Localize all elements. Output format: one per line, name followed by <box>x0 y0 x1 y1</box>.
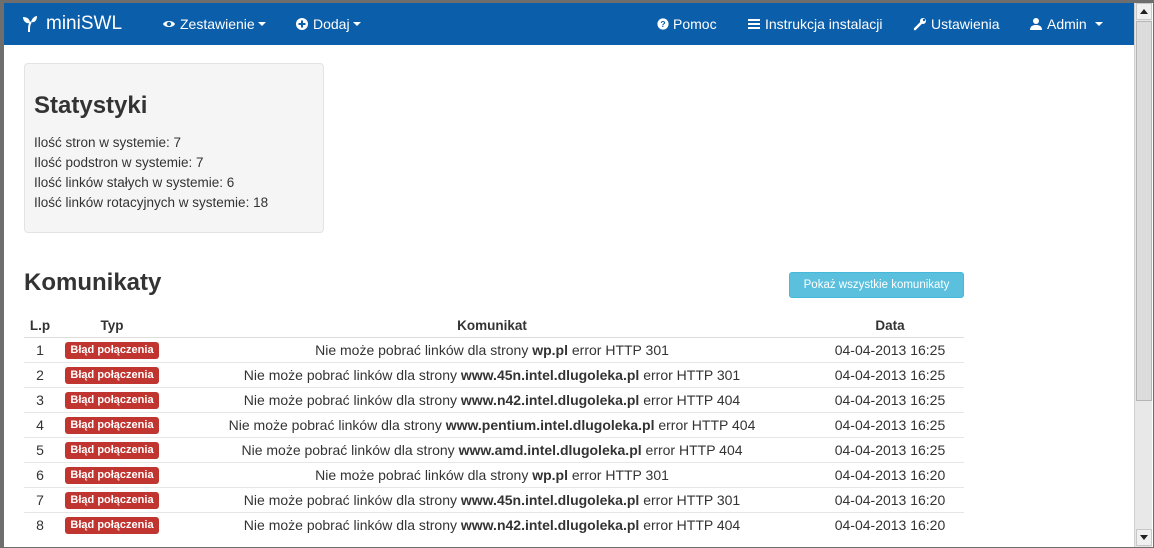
row-number: 4 <box>24 411 56 437</box>
stat-pages: Ilość stron w systemie: 7 <box>34 135 182 150</box>
row-number: 7 <box>24 486 56 512</box>
nav-dodaj[interactable]: Dodaj <box>295 3 361 45</box>
table-row: 8 Błąd połączenia Nie może pobrać linków… <box>24 511 964 537</box>
nav-dodaj-label: Dodaj <box>313 16 350 32</box>
table-header-row: L.p Typ Komunikat Data <box>24 315 964 338</box>
eye-icon <box>163 21 175 27</box>
messages-table: L.p Typ Komunikat Data 1 Błąd połączenia… <box>24 315 964 537</box>
stat-subpages: Ilość podstron w systemie: 7 <box>34 155 204 170</box>
row-number: 6 <box>24 461 56 487</box>
table-row: 6 Błąd połączenia Nie może pobrać linków… <box>24 461 964 487</box>
message-text: Nie może pobrać linków dla strony www.45… <box>168 361 816 387</box>
row-number: 5 <box>24 436 56 462</box>
user-icon <box>1030 18 1042 30</box>
caret-down-icon <box>352 22 361 26</box>
row-number: 2 <box>24 361 56 387</box>
message-date: 04-04-2013 16:25 <box>816 411 964 437</box>
message-text: Nie może pobrać linków dla strony www.am… <box>168 436 816 462</box>
error-type-badge: Błąd połączenia <box>65 342 159 359</box>
message-text: Nie może pobrać linków dla strony www.pe… <box>168 411 816 437</box>
message-date: 04-04-2013 16:25 <box>816 386 964 412</box>
messages-title: Komunikaty <box>24 269 162 296</box>
nav-instrukcja-label: Instrukcja instalacji <box>765 16 883 32</box>
message-date: 04-04-2013 16:20 <box>816 461 964 487</box>
brand-name: miniSWL <box>46 13 123 34</box>
message-text: Nie może pobrać linków dla strony www.n4… <box>168 386 816 412</box>
message-date: 04-04-2013 16:25 <box>816 361 964 387</box>
error-type-badge: Błąd połączenia <box>65 442 159 459</box>
site-name: www.45n.intel.dlugoleka.pl <box>460 491 640 508</box>
nav-ustawienia-label: Ustawienia <box>931 16 1000 32</box>
wrench-icon <box>913 18 926 31</box>
nav-admin[interactable]: Admin <box>1029 3 1103 45</box>
error-type-badge: Błąd połączenia <box>65 492 159 509</box>
col-header-typ: Typ <box>56 315 168 338</box>
row-number: 3 <box>24 386 56 412</box>
nav-zestawienie[interactable]: Zestawienie <box>162 3 266 45</box>
nav-ustawienia[interactable]: Ustawienia <box>913 3 999 45</box>
table-row: 1 Błąd połączenia Nie może pobrać linków… <box>24 336 964 362</box>
list-icon <box>748 19 760 29</box>
scroll-up-arrow-icon[interactable] <box>1136 3 1152 20</box>
question-circle-icon: ? <box>657 18 669 30</box>
show-all-messages-button[interactable]: Pokaż wszystkie komunikaty <box>789 272 964 298</box>
browser-window: miniSWL Zestawienie Dodaj ? Pomoc Instru… <box>0 0 1154 548</box>
scrollbar-thumb[interactable] <box>1136 21 1152 401</box>
site-name: www.pentium.intel.dlugoleka.pl <box>445 416 655 433</box>
plus-circle-icon <box>296 18 308 30</box>
nav-pomoc[interactable]: ? Pomoc <box>657 3 717 45</box>
stat-fixed-links: Ilość linków stałych w systemie: 6 <box>34 175 235 190</box>
row-number: 1 <box>24 336 56 362</box>
nav-zestawienie-label: Zestawienie <box>180 16 255 32</box>
caret-down-icon <box>257 22 266 26</box>
top-navbar: miniSWL Zestawienie Dodaj ? Pomoc Instru… <box>4 3 1134 45</box>
site-name: www.n42.intel.dlugoleka.pl <box>460 391 640 408</box>
site-name: wp.pl <box>532 341 568 358</box>
brand[interactable]: miniSWL <box>22 3 122 45</box>
site-name: wp.pl <box>532 466 568 483</box>
message-date: 04-04-2013 16:25 <box>816 436 964 462</box>
message-date: 04-04-2013 16:20 <box>816 511 964 537</box>
message-date: 04-04-2013 16:20 <box>816 486 964 512</box>
table-row: 5 Błąd połączenia Nie może pobrać linków… <box>24 436 964 462</box>
site-name: www.amd.intel.dlugoleka.pl <box>458 441 642 458</box>
stats-panel: Statystyki Ilość stron w systemie: 7 Ilo… <box>24 63 324 233</box>
error-type-badge: Błąd połączenia <box>65 517 159 535</box>
stat-rotating-links: Ilość linków rotacyjnych w systemie: 18 <box>34 195 269 210</box>
error-type-badge: Błąd połączenia <box>65 367 159 384</box>
site-name: www.n42.intel.dlugoleka.pl <box>460 516 640 533</box>
error-type-badge: Błąd połączenia <box>65 467 159 484</box>
svg-text:?: ? <box>660 19 665 29</box>
col-header-komunikat: Komunikat <box>168 315 816 338</box>
table-row: 3 Błąd połączenia Nie może pobrać linków… <box>24 386 964 412</box>
message-text: Nie może pobrać linków dla strony wp.pl … <box>168 461 816 487</box>
caret-down-icon <box>1094 22 1103 26</box>
error-type-badge: Błąd połączenia <box>65 417 159 434</box>
stats-title: Statystyki <box>34 92 148 119</box>
scroll-down-arrow-icon[interactable] <box>1136 529 1152 546</box>
site-name: www.45n.intel.dlugoleka.pl <box>460 366 640 383</box>
message-text: Nie może pobrać linków dla strony www.n4… <box>168 511 816 537</box>
row-number: 8 <box>24 511 56 537</box>
leaf-icon <box>23 16 37 33</box>
nav-admin-label: Admin <box>1047 16 1087 32</box>
col-header-lp: L.p <box>24 315 56 338</box>
message-text: Nie może pobrać linków dla strony www.45… <box>168 486 816 512</box>
error-type-badge: Błąd połączenia <box>65 392 159 409</box>
nav-pomoc-label: Pomoc <box>673 16 717 32</box>
message-date: 04-04-2013 16:25 <box>816 336 964 362</box>
table-row: 7 Błąd połączenia Nie może pobrać linków… <box>24 486 964 512</box>
nav-instrukcja[interactable]: Instrukcja instalacji <box>747 3 883 45</box>
vertical-scrollbar[interactable] <box>1134 3 1152 547</box>
table-row: 4 Błąd połączenia Nie może pobrać linków… <box>24 411 964 437</box>
col-header-data: Data <box>816 315 964 338</box>
message-text: Nie może pobrać linków dla strony wp.pl … <box>168 336 816 362</box>
table-row: 2 Błąd połączenia Nie może pobrać linków… <box>24 361 964 387</box>
